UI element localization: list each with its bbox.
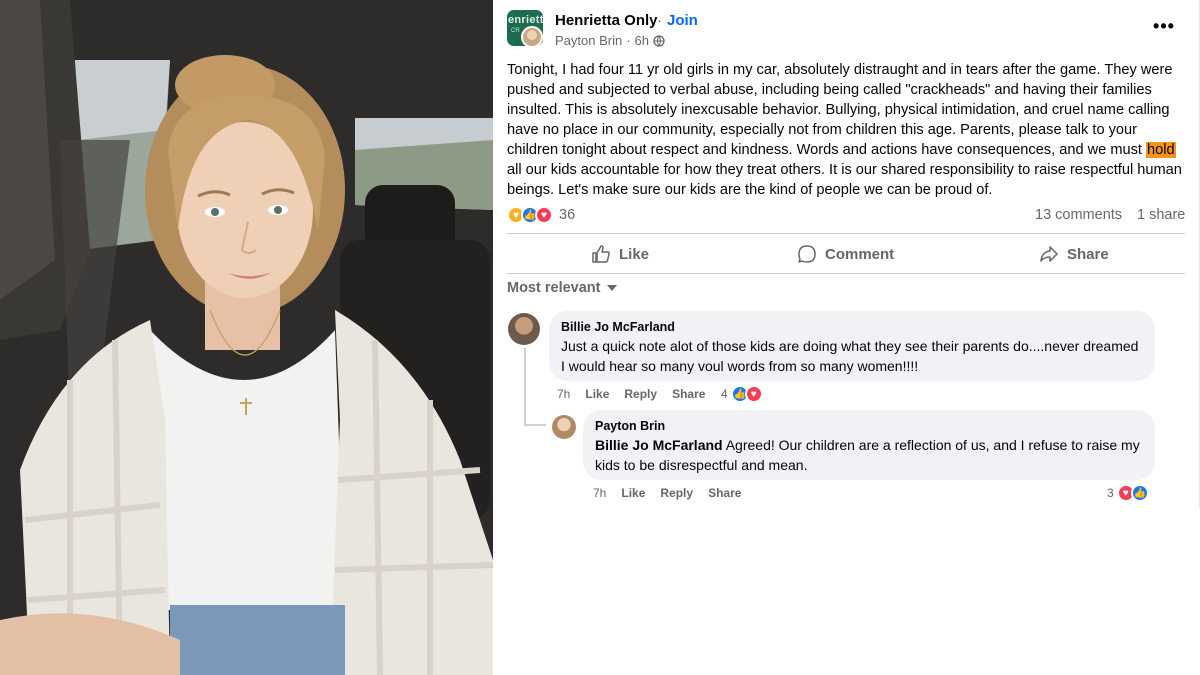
comment-reactions[interactable]: 4 👍 ♥ — [721, 385, 763, 403]
comment-actions: 7h Like Reply Share — [557, 387, 720, 401]
reaction-count: 36 — [559, 207, 576, 223]
thumbs-up-icon — [592, 245, 610, 263]
post-meta: Payton Brin · 6h — [555, 33, 665, 48]
comment-button-label: Comment — [825, 245, 895, 263]
comment-reaction-count: 3 — [1107, 486, 1114, 500]
comment-time[interactable]: 7h — [593, 486, 606, 500]
more-options-button[interactable]: ••• — [1149, 14, 1179, 38]
comment-reply-button[interactable]: Reply — [624, 387, 657, 401]
love-reaction-icon: ♥ — [744, 385, 763, 403]
caret-down-icon — [607, 285, 618, 291]
reply-bubble: Payton Brin Billie Jo McFarland Agreed! … — [583, 410, 1155, 480]
share-button-label: Share — [1067, 245, 1109, 263]
globe-icon — [653, 34, 665, 47]
comment-button[interactable]: Comment — [797, 242, 894, 266]
comment-actions: 7h Like Reply Share — [593, 486, 756, 500]
shares-count-link[interactable]: 1 share — [1137, 207, 1185, 223]
comment-bubble: Billie Jo McFarland Just a quick note al… — [549, 311, 1155, 381]
comment-author-link[interactable]: Billie Jo McFarland — [561, 319, 1143, 335]
author-name-link[interactable]: Payton Brin — [555, 33, 622, 48]
comment-reactions[interactable]: 3 ♥ 👍 — [1107, 484, 1149, 502]
group-avatar-text: enriett — [508, 14, 543, 26]
comment-share-button[interactable]: Share — [708, 486, 741, 500]
separator-dot: · — [626, 33, 631, 48]
share-button[interactable]: Share — [1039, 242, 1109, 266]
post-text-part: all our kids accountable for how they tr… — [507, 162, 1182, 198]
blank-area — [493, 508, 1200, 675]
reactions-summary[interactable]: ♥ 👍 ♥ 36 — [507, 206, 575, 224]
comment-text: Billie Jo McFarland Agreed! Our children… — [595, 435, 1143, 475]
post-time-link[interactable]: 6h — [635, 33, 649, 48]
separator-dot: · — [657, 12, 662, 29]
selfie-illustration — [0, 0, 493, 675]
post-body: Tonight, I had four 11 yr old girls in m… — [507, 60, 1187, 200]
comment-text: Just a quick note alot of those kids are… — [561, 338, 1139, 374]
sort-label: Most relevant — [507, 280, 601, 296]
group-avatar-subtext: CR — [511, 28, 520, 34]
comment-reaction-count: 4 — [721, 387, 728, 401]
thread-line — [524, 348, 526, 426]
love-reaction-icon: ♥ — [535, 206, 553, 224]
divider — [507, 273, 1185, 274]
facebook-post: enriett CR Henrietta Only · Join Payton … — [493, 0, 1200, 508]
highlighted-word: hold — [1146, 142, 1176, 158]
comment-share-button[interactable]: Share — [672, 387, 705, 401]
comments-count-link[interactable]: 13 comments — [1035, 207, 1122, 223]
comment-reply-button[interactable]: Reply — [660, 486, 693, 500]
comment-icon — [798, 245, 816, 263]
share-icon — [1040, 246, 1058, 262]
like-reaction-icon: 👍 — [1130, 484, 1149, 502]
commenter-avatar[interactable] — [552, 415, 576, 439]
mention-link[interactable]: Billie Jo McFarland — [595, 437, 723, 453]
comment-time[interactable]: 7h — [557, 387, 570, 401]
divider — [507, 233, 1185, 234]
more-icon: ••• — [1153, 15, 1175, 36]
commenter-avatar[interactable] — [508, 313, 540, 345]
thread-line — [524, 424, 546, 426]
author-avatar[interactable] — [521, 26, 543, 48]
selfie-photo — [0, 0, 493, 675]
comment-author-link[interactable]: Payton Brin — [595, 418, 1143, 434]
like-button-label: Like — [619, 245, 650, 263]
like-button[interactable]: Like — [591, 242, 649, 266]
post-text-part: Tonight, I had four 11 yr old girls in m… — [507, 62, 1173, 158]
group-name-link[interactable]: Henrietta Only — [555, 12, 658, 29]
comment-sort-dropdown[interactable]: Most relevant — [507, 280, 618, 296]
comment-like-button[interactable]: Like — [585, 387, 609, 401]
join-group-link[interactable]: Join — [667, 12, 698, 29]
comment-like-button[interactable]: Like — [621, 486, 645, 500]
